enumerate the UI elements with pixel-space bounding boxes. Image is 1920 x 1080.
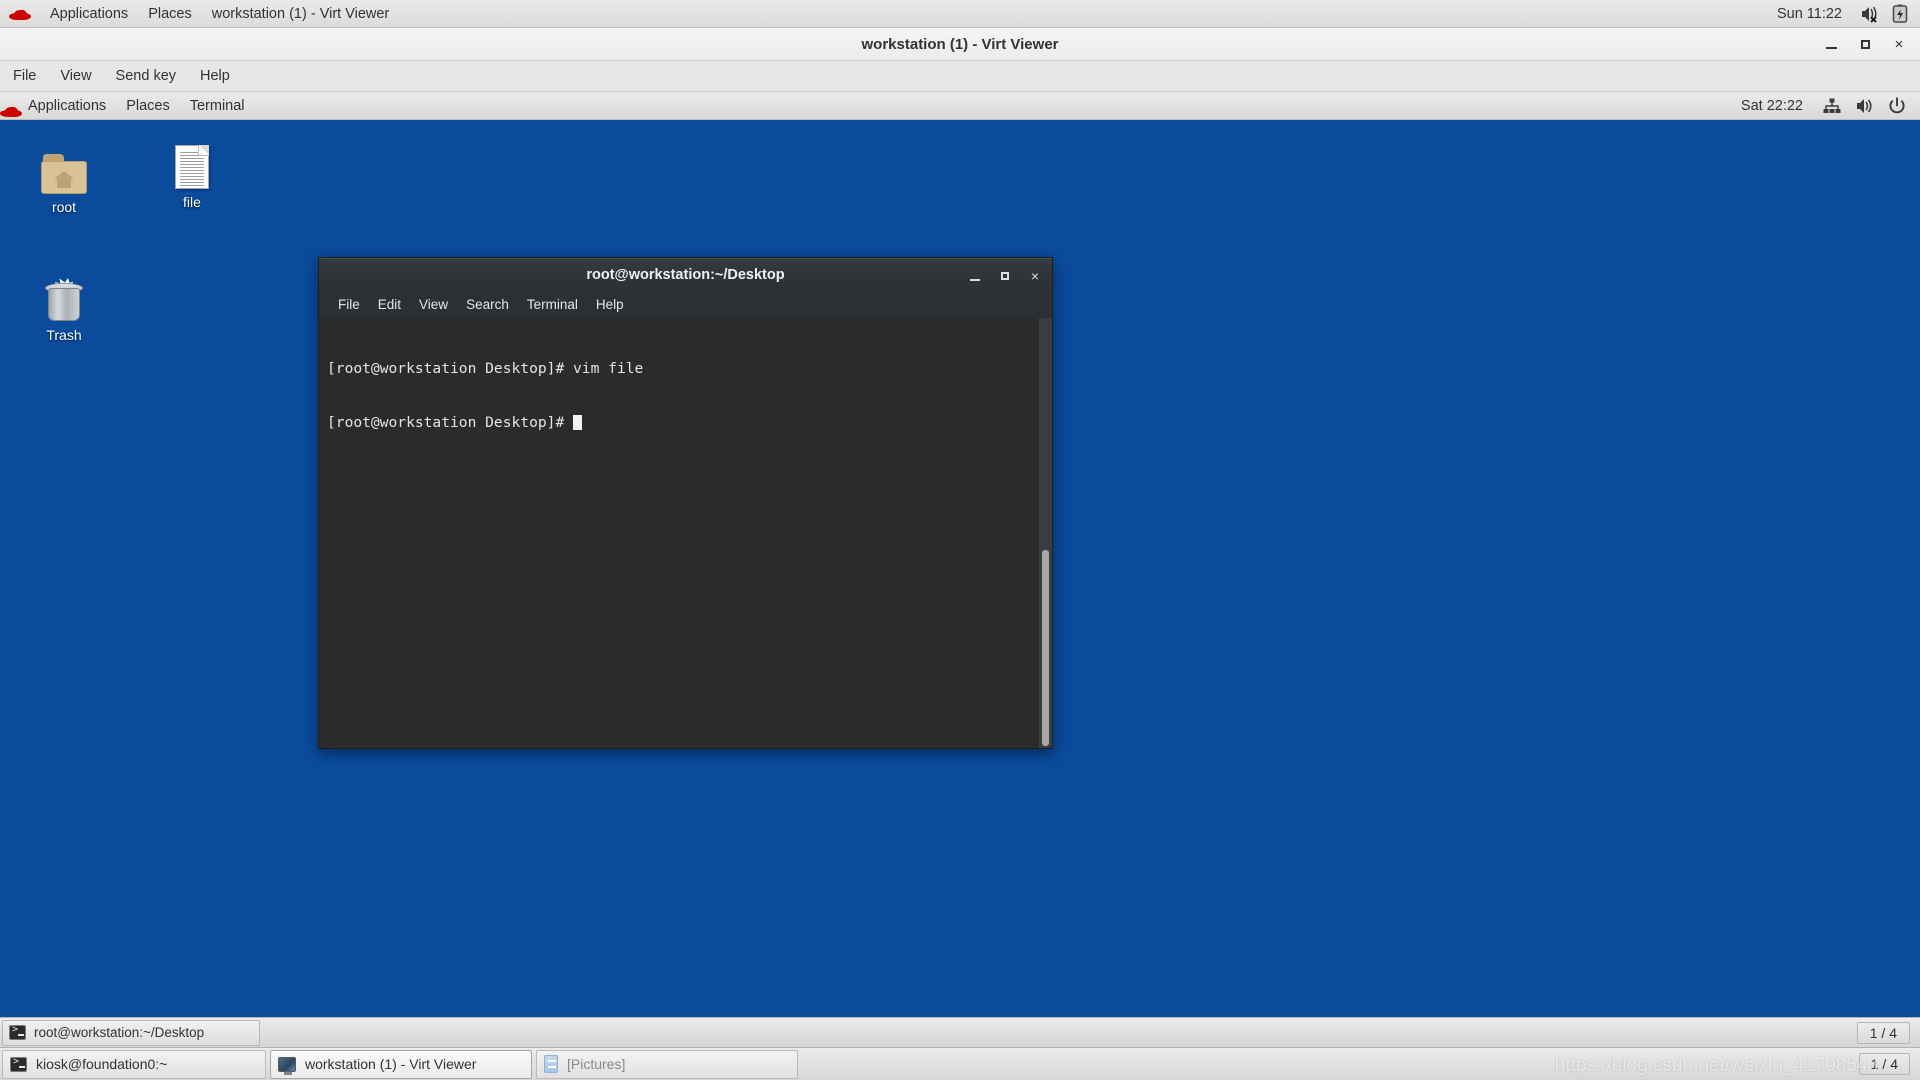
host-menu-places[interactable]: Places <box>138 2 202 26</box>
guest-menu-places[interactable]: Places <box>116 94 180 118</box>
host-system-tray: Sun 11:22 <box>1771 4 1920 24</box>
host-clock[interactable]: Sun 11:22 <box>1771 6 1848 22</box>
desktop-icon-trash[interactable]: Trash <box>20 270 108 343</box>
speaker-muted-icon[interactable] <box>1860 5 1880 23</box>
term-menu-file[interactable]: File <box>329 294 369 315</box>
terminal-title: root@workstation:~/Desktop <box>586 267 785 283</box>
virt-viewer-titlebar: workstation (1) - Virt Viewer × <box>0 28 1920 61</box>
virt-viewer-minimize-button[interactable] <box>1816 31 1846 59</box>
virt-viewer-maximize-button[interactable] <box>1850 31 1880 59</box>
host-menu-applications[interactable]: Applications <box>40 2 138 26</box>
terminal-icon <box>9 1024 26 1040</box>
guest-menu-applications[interactable]: Applications <box>18 94 116 118</box>
network-wired-icon[interactable] <box>1823 98 1841 114</box>
terminal-close-button[interactable]: × <box>1026 265 1044 287</box>
terminal-titlebar[interactable]: root@workstation:~/Desktop × <box>319 258 1052 291</box>
virt-viewer-close-button[interactable]: × <box>1884 31 1914 59</box>
host-window-menu[interactable]: workstation (1) - Virt Viewer <box>202 2 400 26</box>
term-menu-view[interactable]: View <box>410 294 457 315</box>
term-menu-help[interactable]: Help <box>587 294 633 315</box>
desktop-icon-file[interactable]: file <box>148 137 236 210</box>
desktop-icon-root-label: root <box>51 199 77 215</box>
host-task-kiosk-terminal-label: kiosk@foundation0:~ <box>36 1056 168 1072</box>
redhat-logo-icon[interactable] <box>9 6 31 22</box>
terminal-maximize-button[interactable] <box>996 265 1014 287</box>
terminal-window-buttons: × <box>966 259 1044 292</box>
virt-viewer-window-buttons: × <box>1816 28 1914 61</box>
guest-taskbar: root@workstation:~/Desktop 1 / 4 <box>0 1017 1920 1047</box>
monitor-icon <box>278 1056 296 1075</box>
host-task-kiosk-terminal[interactable]: kiosk@foundation0:~ <box>2 1049 266 1079</box>
guest-top-panel: Applications Places Terminal Sat 22:22 <box>0 92 1920 120</box>
host-task-pictures[interactable]: [Pictures] <box>536 1049 798 1079</box>
host-task-virt-viewer[interactable]: workstation (1) - Virt Viewer <box>270 1049 532 1079</box>
guest-task-terminal-label: root@workstation:~/Desktop <box>34 1025 205 1040</box>
terminal-prompt-text: [root@workstation Desktop]# <box>327 414 574 431</box>
terminal-prompt-line: [root@workstation Desktop]# <box>327 414 1044 432</box>
guest-clock[interactable]: Sat 22:22 <box>1735 98 1809 114</box>
host-top-panel: Applications Places workstation (1) - Vi… <box>0 0 1920 28</box>
guest-desktop: Applications Places Terminal Sat 22:22 r… <box>0 92 1920 1047</box>
desktop-icon-root[interactable]: root <box>20 142 108 215</box>
terminal-output-area[interactable]: [root@workstation Desktop]# vim file [ro… <box>319 318 1052 748</box>
host-taskbar: kiosk@foundation0:~ workstation (1) - Vi… <box>0 1047 1920 1080</box>
vv-menu-view[interactable]: View <box>49 64 102 88</box>
terminal-scrollbar-thumb[interactable] <box>1042 550 1049 746</box>
terminal-menubar: File Edit View Search Terminal Help <box>319 291 1052 318</box>
trash-icon <box>20 270 108 322</box>
term-menu-terminal[interactable]: Terminal <box>518 294 587 315</box>
terminal-window: root@workstation:~/Desktop × File Edit V… <box>318 257 1053 749</box>
document-icon <box>148 137 236 189</box>
virt-viewer-menubar: File View Send key Help <box>0 61 1920 92</box>
desktop-icon-trash-label: Trash <box>46 327 82 343</box>
terminal-line: [root@workstation Desktop]# vim file <box>327 360 644 377</box>
terminal-cursor <box>573 415 583 430</box>
vv-menu-file[interactable]: File <box>2 64 47 88</box>
term-menu-search[interactable]: Search <box>457 294 518 315</box>
term-menu-edit[interactable]: Edit <box>369 294 410 315</box>
terminal-scrollbar[interactable] <box>1039 318 1052 748</box>
volume-icon[interactable] <box>1855 97 1874 115</box>
terminal-minimize-button[interactable] <box>966 265 984 287</box>
guest-window-menu[interactable]: Terminal <box>180 94 255 118</box>
guest-task-terminal[interactable]: root@workstation:~/Desktop <box>2 1019 260 1046</box>
power-icon[interactable] <box>1888 96 1906 115</box>
vv-menu-send-key[interactable]: Send key <box>105 64 187 88</box>
terminal-icon <box>10 1056 27 1072</box>
battery-charging-icon[interactable] <box>1892 4 1908 24</box>
host-task-pictures-label: [Pictures] <box>567 1056 626 1072</box>
vv-menu-help[interactable]: Help <box>189 64 241 88</box>
guest-system-tray: Sat 22:22 <box>1735 96 1920 115</box>
home-folder-icon <box>20 142 108 194</box>
host-task-virt-viewer-label: workstation (1) - Virt Viewer <box>305 1056 477 1072</box>
guest-workspace-indicator[interactable]: 1 / 4 <box>1856 1021 1910 1044</box>
desktop-icon-file-label: file <box>183 194 201 210</box>
screen-root: Applications Places workstation (1) - Vi… <box>0 0 1920 1080</box>
pictures-icon <box>544 1055 558 1073</box>
host-workspace-indicator[interactable]: 1 / 4 <box>1858 1053 1910 1075</box>
virt-viewer-title: workstation (1) - Virt Viewer <box>861 35 1059 53</box>
